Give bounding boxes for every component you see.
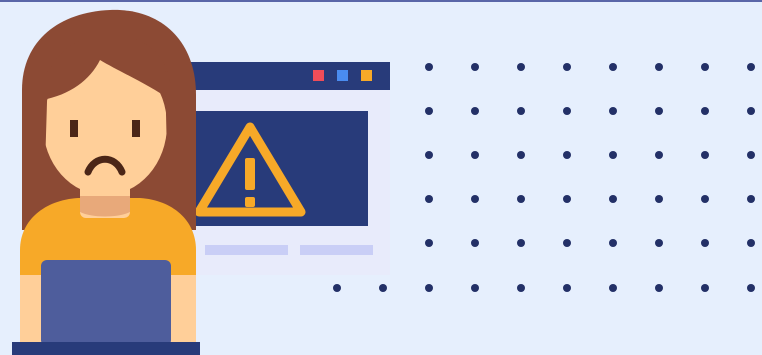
grid-dot <box>425 195 433 203</box>
desk <box>12 342 200 355</box>
dot-grid <box>333 63 755 292</box>
grid-dot <box>471 284 479 292</box>
window-button-red <box>313 70 324 81</box>
error-illustration <box>0 0 762 355</box>
grid-dot <box>517 151 525 159</box>
grid-dot <box>701 195 709 203</box>
grid-dot <box>517 107 525 115</box>
grid-dot <box>747 151 755 159</box>
grid-dot <box>563 195 571 203</box>
grid-dot <box>609 63 617 71</box>
grid-dot <box>517 239 525 247</box>
laptop <box>41 260 171 346</box>
grid-dot <box>425 107 433 115</box>
grid-dot <box>609 284 617 292</box>
grid-dot <box>701 151 709 159</box>
grid-dot <box>517 284 525 292</box>
grid-dot <box>655 195 663 203</box>
grid-dot <box>425 63 433 71</box>
grid-dot <box>425 239 433 247</box>
grid-dot <box>747 195 755 203</box>
grid-dot <box>747 284 755 292</box>
grid-dot <box>701 63 709 71</box>
grid-dot <box>655 284 663 292</box>
grid-dot <box>655 63 663 71</box>
grid-dot <box>563 284 571 292</box>
left-eye <box>70 120 78 137</box>
browser-window-titlebar <box>165 62 390 90</box>
grid-dot <box>471 107 479 115</box>
grid-dot <box>563 63 571 71</box>
grid-dot <box>425 151 433 159</box>
right-eye <box>132 120 140 137</box>
grid-dot <box>655 151 663 159</box>
grid-dot <box>563 239 571 247</box>
grid-dot <box>379 284 387 292</box>
grid-dot <box>701 284 709 292</box>
grid-dot <box>517 195 525 203</box>
window-button-blue <box>337 70 348 81</box>
grid-dot <box>609 239 617 247</box>
person-avatar <box>12 9 200 355</box>
grid-dot <box>609 151 617 159</box>
grid-dot <box>701 239 709 247</box>
right-arm <box>170 275 196 345</box>
grid-dot <box>747 239 755 247</box>
content-line-2 <box>300 245 373 255</box>
grid-dot <box>517 63 525 71</box>
window-button-orange <box>361 70 372 81</box>
grid-dot <box>563 107 571 115</box>
grid-dot <box>471 63 479 71</box>
grid-dot <box>609 195 617 203</box>
grid-dot <box>747 63 755 71</box>
grid-dot <box>609 107 617 115</box>
grid-dot <box>425 284 433 292</box>
grid-dot <box>747 107 755 115</box>
grid-dot <box>655 239 663 247</box>
grid-dot <box>471 239 479 247</box>
grid-dot <box>563 151 571 159</box>
content-line-1 <box>205 245 288 255</box>
grid-dot <box>701 107 709 115</box>
grid-dot <box>333 284 341 292</box>
grid-dot <box>471 195 479 203</box>
grid-dot <box>655 107 663 115</box>
grid-dot <box>471 151 479 159</box>
